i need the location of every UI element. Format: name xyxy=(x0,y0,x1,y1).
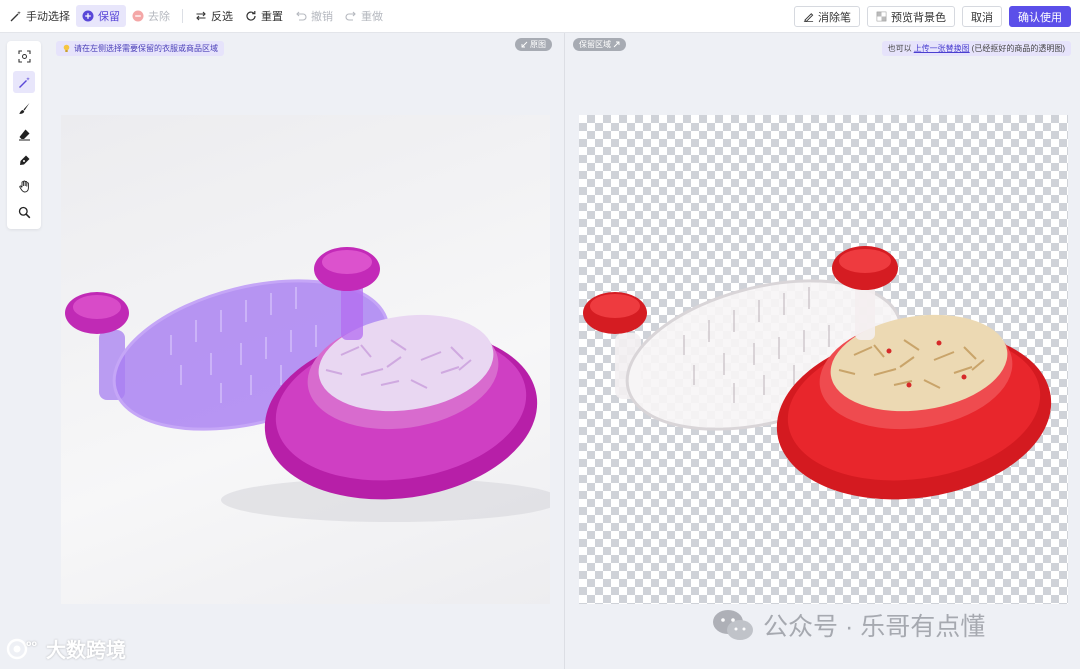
eraser-pen-button[interactable]: 消除笔 xyxy=(794,6,860,27)
upload-replacement-link[interactable]: 上传一张替换图 xyxy=(914,43,970,54)
plus-circle-icon xyxy=(82,10,94,22)
collapse-icon xyxy=(613,41,620,48)
reset-button[interactable]: 重置 xyxy=(239,5,289,27)
pen-icon xyxy=(19,155,29,165)
confirm-button[interactable]: 确认使用 xyxy=(1009,6,1071,27)
refresh-icon xyxy=(246,11,256,21)
pane-divider xyxy=(564,33,565,669)
left-hint: 请在左侧选择需要保留的衣服或商品区域 xyxy=(56,41,224,56)
tool-hand[interactable] xyxy=(13,175,35,197)
invert-button[interactable]: 反选 xyxy=(189,5,239,27)
lightbulb-icon xyxy=(63,44,70,52)
tool-magic-wand[interactable] xyxy=(13,71,35,93)
cancel-button[interactable]: 取消 xyxy=(962,6,1002,27)
eraser-pen-icon xyxy=(803,13,814,22)
collapse-icon xyxy=(521,41,528,48)
cutout-product-image xyxy=(583,246,1052,500)
preview-bg-button[interactable]: 预览背景色 xyxy=(867,6,955,27)
left-hint-text: 请在左侧选择需要保留的衣服或商品区域 xyxy=(74,44,218,53)
keep-button[interactable]: 保留 xyxy=(76,5,126,27)
watermark-left-text: 大数跨境 xyxy=(46,640,126,662)
right-hint-suffix: (已经抠好的商品的透明图) xyxy=(971,44,1065,53)
eraser-pen-label: 消除笔 xyxy=(818,11,851,24)
brush-icon xyxy=(18,102,29,114)
tool-select-region[interactable] xyxy=(13,45,35,67)
preview-bg-label: 预览背景色 xyxy=(891,11,946,24)
keep-region-badge-label: 保留区域 xyxy=(579,40,611,49)
toolbar-actions: 消除笔 预览背景色 取消 确认使用 xyxy=(794,6,1071,27)
original-badge-label: 原图 xyxy=(530,40,546,49)
reset-label: 重置 xyxy=(261,11,283,23)
tool-brush[interactable] xyxy=(13,97,35,119)
keep-label: 保留 xyxy=(98,11,120,23)
redo-icon xyxy=(345,11,356,21)
undo-icon xyxy=(296,11,307,21)
original-image-canvas[interactable] xyxy=(61,115,550,604)
svg-text:oo: oo xyxy=(26,639,37,648)
result-image-canvas[interactable] xyxy=(579,115,1068,604)
confirm-label: 确认使用 xyxy=(1018,11,1062,24)
keep-region-badge[interactable]: 保留区域 xyxy=(573,38,626,51)
brand-logo-icon: oo xyxy=(6,638,37,659)
manual-select-label: 手动选择 xyxy=(26,11,70,23)
toolbar-divider xyxy=(182,9,183,23)
minus-circle-icon xyxy=(132,10,144,22)
watermark-right: 公众号 · 乐哥有点懂 xyxy=(711,607,985,643)
select-region-icon xyxy=(17,49,31,63)
original-badge[interactable]: 原图 xyxy=(515,38,552,51)
wechat-icon xyxy=(713,610,753,640)
manual-select-button[interactable]: 手动选择 xyxy=(4,5,76,27)
eraser-icon xyxy=(18,129,30,140)
undo-label: 撤销 xyxy=(311,11,333,23)
remove-button[interactable]: 去除 xyxy=(126,5,176,27)
tool-pen[interactable] xyxy=(13,149,35,171)
watermark-right-text: 公众号 · 乐哥有点懂 xyxy=(763,613,986,641)
hand-icon xyxy=(18,180,29,192)
magic-wand-icon xyxy=(18,76,30,88)
tool-eraser[interactable] xyxy=(13,123,35,145)
tool-panel xyxy=(7,41,41,229)
cancel-label: 取消 xyxy=(971,11,993,24)
right-hint: 也可以 上传一张替换图 (已经抠好的商品的透明图) xyxy=(881,41,1071,56)
magic-wand-icon xyxy=(10,11,21,22)
top-toolbar: 手动选择 保留 去除 反选 重置 撤销 重做 消除笔 预览背景色 取消 确认使用 xyxy=(0,0,1080,33)
right-hint-prefix: 也可以 xyxy=(887,44,912,53)
swap-icon xyxy=(196,11,206,21)
checker-icon xyxy=(876,11,887,22)
zoom-icon xyxy=(18,206,30,218)
redo-label: 重做 xyxy=(361,11,383,23)
invert-label: 反选 xyxy=(211,11,233,23)
redo-button[interactable]: 重做 xyxy=(339,5,389,27)
undo-button[interactable]: 撤销 xyxy=(289,5,339,27)
tool-zoom[interactable] xyxy=(13,201,35,223)
remove-label: 去除 xyxy=(148,11,170,23)
watermark-left: oo 大数跨境 xyxy=(6,634,126,663)
masked-product-image xyxy=(65,247,550,522)
